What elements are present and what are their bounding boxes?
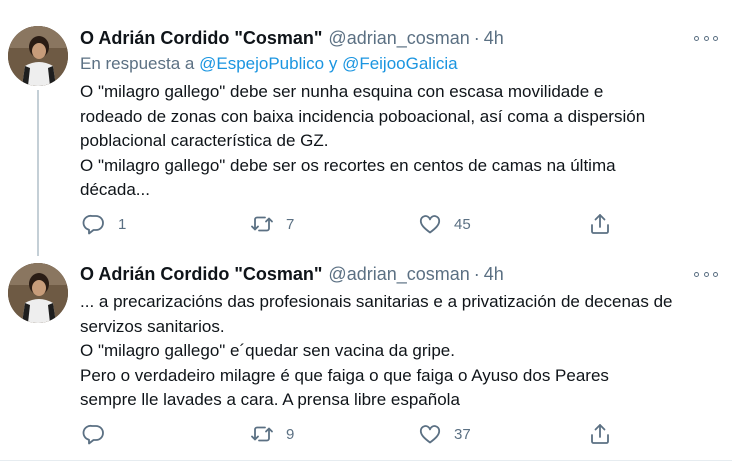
- author-name[interactable]: O Adrián Cordido "Cosman": [80, 28, 322, 49]
- author-handle[interactable]: @adrian_cosman: [328, 28, 469, 49]
- separator-dot: ·: [473, 27, 480, 48]
- timestamp[interactable]: 4h: [484, 28, 504, 49]
- timestamp[interactable]: 4h: [484, 264, 504, 285]
- tweet-text-line: ... a precarizacións das profesionais sa…: [80, 292, 673, 311]
- tweet-text: ... a precarizacións das profesionais sa…: [80, 290, 720, 413]
- like-count: 37: [454, 425, 471, 443]
- reply-conjunction: y: [328, 54, 338, 73]
- reply-icon: [82, 424, 104, 445]
- tweet-text-line: rodeado de zonas con baixa incidencia po…: [80, 106, 646, 126]
- share-button[interactable]: [588, 420, 612, 448]
- like-icon: [419, 215, 441, 234]
- thread-line: [37, 90, 39, 256]
- tweet-header: O Adrián Cordido "Cosman" @adrian_cosman…: [80, 262, 504, 286]
- like-count: 45: [454, 215, 471, 233]
- retweet-icon: [251, 426, 273, 442]
- separator-dot: ·: [473, 263, 480, 284]
- tweet[interactable]: O Adrián Cordido "Cosman" @adrian_cosman…: [0, 0, 732, 256]
- tweet-header: O Adrián Cordido "Cosman" @adrian_cosman…: [80, 26, 504, 50]
- tweet-text-line: O "milagro gallego" e´quedar sen vacina …: [80, 341, 455, 360]
- author-name[interactable]: O Adrián Cordido "Cosman": [80, 264, 322, 285]
- retweet-button[interactable]: 9: [250, 420, 294, 448]
- reply-button[interactable]: [82, 420, 118, 448]
- retweet-icon: [251, 216, 273, 232]
- tweet-actions: 9 37: [80, 420, 720, 448]
- like-button[interactable]: 37: [418, 420, 471, 448]
- share-icon: [591, 424, 609, 444]
- mention-link[interactable]: @FeijooGalicia: [342, 54, 458, 73]
- tweet-text-line: poblacional característica de GZ.: [80, 131, 329, 150]
- tweet-text-line: O "milagro gallego" debe ser nunha esqui…: [80, 82, 604, 101]
- tweet-actions: 1 7 45: [80, 210, 720, 238]
- avatar[interactable]: [8, 26, 68, 86]
- like-icon: [419, 425, 441, 444]
- reply-button[interactable]: 1: [82, 210, 126, 238]
- mention-link[interactable]: @EspejoPublico: [199, 54, 324, 73]
- tweet-text-line: servizos sanitarios.: [80, 316, 225, 336]
- reply-context: En respuesta a @EspejoPublico y @FeijooG…: [80, 54, 458, 74]
- retweet-count: 7: [286, 215, 295, 233]
- tweet-text-line: Pero o verdadeiro milagre é que faiga o …: [80, 365, 609, 385]
- like-button[interactable]: 45: [418, 210, 471, 238]
- more-icon[interactable]: [694, 30, 718, 46]
- share-button[interactable]: [588, 210, 612, 238]
- retweet-button[interactable]: 7: [250, 210, 294, 238]
- tweet[interactable]: O Adrián Cordido "Cosman" @adrian_cosman…: [0, 248, 732, 461]
- avatar[interactable]: [8, 263, 68, 323]
- more-icon[interactable]: [694, 266, 718, 282]
- tweet-text-line: década...: [80, 180, 150, 199]
- retweet-count: 9: [286, 425, 295, 443]
- tweet-text-line: O "milagro gallego" debe ser os recortes…: [80, 155, 616, 175]
- share-icon: [591, 214, 609, 234]
- author-handle[interactable]: @adrian_cosman: [328, 264, 469, 285]
- reply-count: 1: [118, 215, 127, 233]
- reply-prefix: En respuesta a: [80, 54, 195, 73]
- tweet-text: O "milagro gallego" debe ser nunha esqui…: [80, 80, 720, 203]
- reply-icon: [82, 214, 104, 235]
- tweet-text-line: sempre lle lavades a cara. A prensa libr…: [80, 390, 460, 409]
